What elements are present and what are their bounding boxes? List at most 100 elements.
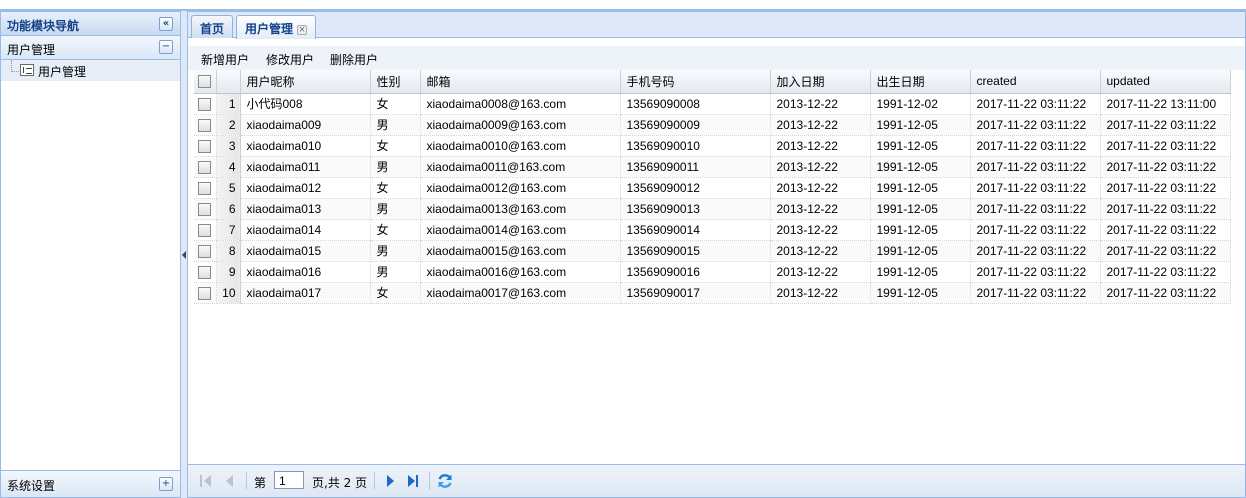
expand-section-button[interactable]: + — [159, 477, 173, 491]
row-checkbox[interactable] — [194, 177, 217, 199]
table-cell[interactable]: xiaodaima0014@163.com — [420, 219, 621, 241]
table-row[interactable]: 7 xiaodaima014 女 xiaodaima0014@163.com 13569… — [194, 219, 1231, 241]
table-cell[interactable]: 13569090009 — [620, 114, 771, 136]
table-cell[interactable]: 男 — [370, 114, 421, 136]
table-cell[interactable]: 2013-12-22 — [770, 93, 871, 115]
table-cell[interactable]: 2013-12-22 — [770, 114, 871, 136]
table-cell[interactable]: 1991-12-05 — [870, 219, 971, 241]
row-checkbox[interactable] — [194, 240, 217, 262]
table-cell[interactable]: 13569090012 — [620, 177, 771, 199]
table-cell[interactable]: 2013-12-22 — [770, 240, 871, 262]
row-checkbox[interactable] — [194, 114, 217, 136]
table-cell[interactable]: 1991-12-05 — [870, 135, 971, 157]
table-cell[interactable]: 2013-12-22 — [770, 219, 871, 241]
table-cell[interactable]: 2017-11-22 03:11:22 — [970, 261, 1101, 283]
table-cell[interactable]: 女 — [370, 219, 421, 241]
column-header[interactable]: 邮箱 — [420, 70, 621, 94]
table-cell[interactable]: 2017-11-22 03:11:22 — [1100, 114, 1231, 136]
table-cell[interactable]: 2017-11-22 03:11:22 — [970, 177, 1101, 199]
delete-user-button[interactable]: 删除用户 — [330, 51, 378, 68]
table-cell[interactable]: 2017-11-22 03:11:22 — [970, 240, 1101, 262]
table-cell[interactable]: 女 — [370, 93, 421, 115]
table-cell[interactable]: 13569090014 — [620, 219, 771, 241]
tab-home[interactable]: 首页 — [191, 15, 234, 38]
table-cell[interactable]: 2013-12-22 — [770, 156, 871, 178]
table-cell[interactable]: xiaodaima011 — [240, 156, 371, 178]
table-cell[interactable]: xiaodaima017 — [240, 282, 371, 304]
table-cell[interactable]: 2017-11-22 03:11:22 — [970, 93, 1101, 115]
row-checkbox[interactable] — [194, 156, 217, 178]
table-cell[interactable]: 1991-12-05 — [870, 114, 971, 136]
table-cell[interactable]: 2017-11-22 03:11:22 — [1100, 156, 1231, 178]
table-cell[interactable]: 男 — [370, 240, 421, 262]
row-checkbox[interactable] — [194, 282, 217, 304]
table-cell[interactable]: xiaodaima0016@163.com — [420, 261, 621, 283]
table-cell[interactable]: 2013-12-22 — [770, 198, 871, 220]
column-header[interactable]: updated — [1100, 70, 1231, 94]
table-cell[interactable]: 13569090008 — [620, 93, 771, 115]
column-header[interactable]: 用户昵称 — [240, 70, 371, 94]
table-cell[interactable]: 2017-11-22 03:11:22 — [1100, 282, 1231, 304]
table-cell[interactable]: 女 — [370, 135, 421, 157]
table-row[interactable]: 5 xiaodaima012 女 xiaodaima0012@163.com 13569… — [194, 177, 1231, 199]
table-cell[interactable]: xiaodaima0008@163.com — [420, 93, 621, 115]
row-checkbox[interactable] — [194, 93, 217, 115]
table-cell[interactable]: 小代码008 — [240, 93, 371, 115]
table-cell[interactable]: xiaodaima0011@163.com — [420, 156, 621, 178]
column-header[interactable]: 手机号码 — [620, 70, 771, 94]
table-cell[interactable]: 2017-11-22 03:11:22 — [970, 219, 1101, 241]
table-cell[interactable]: 2017-11-22 03:11:22 — [970, 198, 1101, 220]
table-cell[interactable]: xiaodaima012 — [240, 177, 371, 199]
table-cell[interactable]: 2017-11-22 03:11:22 — [1100, 177, 1231, 199]
table-cell[interactable]: xiaodaima0012@163.com — [420, 177, 621, 199]
table-row[interactable]: 8 xiaodaima015 男 xiaodaima0015@163.com 13569… — [194, 240, 1231, 262]
table-cell[interactable]: 13569090010 — [620, 135, 771, 157]
tree-item-user-management[interactable]: 用户管理 — [1, 60, 180, 81]
column-header[interactable]: 性别 — [370, 70, 421, 94]
table-cell[interactable]: 男 — [370, 198, 421, 220]
row-checkbox[interactable] — [194, 261, 217, 283]
table-cell[interactable]: xiaodaima010 — [240, 135, 371, 157]
table-cell[interactable]: xiaodaima009 — [240, 114, 371, 136]
first-page-icon[interactable] — [200, 474, 214, 488]
row-checkbox[interactable] — [194, 198, 217, 220]
table-cell[interactable]: 男 — [370, 261, 421, 283]
table-row[interactable]: 6 xiaodaima013 男 xiaodaima0013@163.com 13569… — [194, 198, 1231, 220]
table-cell[interactable]: xiaodaima0010@163.com — [420, 135, 621, 157]
table-cell[interactable]: 13569090013 — [620, 198, 771, 220]
table-cell[interactable]: 2017-11-22 03:11:22 — [970, 135, 1101, 157]
last-page-icon[interactable] — [407, 474, 421, 488]
table-cell[interactable]: xiaodaima013 — [240, 198, 371, 220]
table-cell[interactable]: xiaodaima016 — [240, 261, 371, 283]
table-cell[interactable]: xiaodaima0015@163.com — [420, 240, 621, 262]
prev-page-icon[interactable] — [224, 474, 236, 488]
table-cell[interactable]: 2017-11-22 03:11:22 — [1100, 240, 1231, 262]
collapse-panel-button[interactable]: « — [159, 17, 173, 31]
table-cell[interactable]: 1991-12-05 — [870, 177, 971, 199]
row-checkbox[interactable] — [194, 219, 217, 241]
table-cell[interactable]: 2013-12-22 — [770, 135, 871, 157]
table-cell[interactable]: 2017-11-22 03:11:22 — [970, 114, 1101, 136]
table-row[interactable]: 9 xiaodaima016 男 xiaodaima0016@163.com 13569… — [194, 261, 1231, 283]
table-row[interactable]: 1 小代码008 女 xiaodaima0008@163.com 13569090008… — [194, 93, 1231, 115]
table-cell[interactable]: 1991-12-05 — [870, 198, 971, 220]
accordion-system-settings[interactable]: 系统设置 + — [1, 470, 180, 497]
refresh-icon[interactable] — [436, 472, 454, 490]
table-row[interactable]: 2 xiaodaima009 男 xiaodaima0009@163.com 13569… — [194, 114, 1231, 136]
table-cell[interactable]: 2013-12-22 — [770, 177, 871, 199]
table-cell[interactable]: 1991-12-05 — [870, 282, 971, 304]
table-cell[interactable]: 1991-12-02 — [870, 93, 971, 115]
collapse-arrow-icon[interactable] — [182, 251, 186, 259]
add-user-button[interactable]: 新增用户 — [201, 51, 249, 68]
table-cell[interactable]: xiaodaima015 — [240, 240, 371, 262]
column-header[interactable]: created — [970, 70, 1101, 94]
table-cell[interactable]: 1991-12-05 — [870, 240, 971, 262]
table-cell[interactable]: xiaodaima014 — [240, 219, 371, 241]
table-cell[interactable]: 2017-11-22 03:11:22 — [1100, 135, 1231, 157]
table-cell[interactable]: xiaodaima0013@163.com — [420, 198, 621, 220]
table-cell[interactable]: 2013-12-22 — [770, 261, 871, 283]
table-row[interactable]: 4 xiaodaima011 男 xiaodaima0011@163.com 13569… — [194, 156, 1231, 178]
table-cell[interactable]: 男 — [370, 156, 421, 178]
collapse-section-button[interactable]: − — [159, 40, 173, 54]
accordion-user-management[interactable]: 用户管理 − — [1, 36, 180, 60]
